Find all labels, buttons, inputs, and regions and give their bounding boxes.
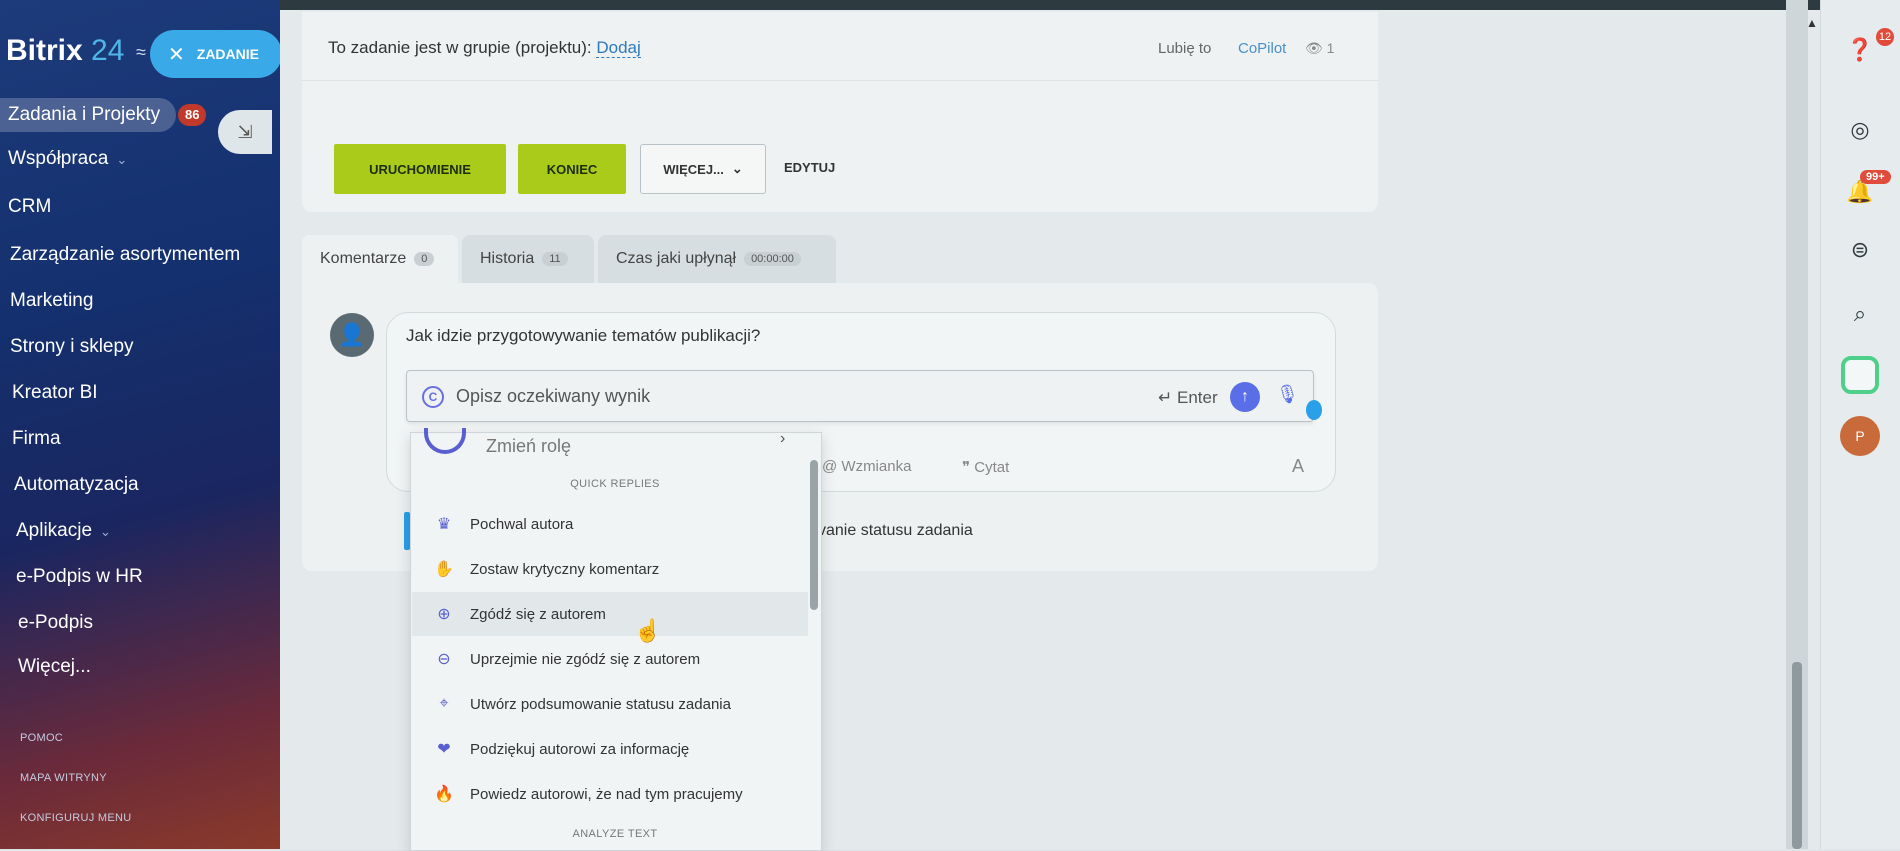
top-band xyxy=(280,0,1820,10)
add-group-link[interactable]: Dodaj xyxy=(596,38,641,58)
quote-icon: ❞ xyxy=(962,459,971,476)
page-scrollbar-thumb[interactable] xyxy=(1792,662,1802,849)
enter-arrow-icon: ↵ xyxy=(1158,388,1173,407)
tab-history[interactable]: Historia 11 xyxy=(462,235,594,283)
sidebar-item-esign-hr[interactable]: e-Podpis w HR xyxy=(16,566,143,588)
divider xyxy=(302,80,1378,81)
tasks-count-badge: 86 xyxy=(178,104,207,126)
views-count: 👁 1 xyxy=(1305,40,1335,56)
chevron-down-icon: ⌄ xyxy=(116,152,128,167)
sidebar-sitemap-link[interactable]: MAPA WITRYNY xyxy=(20,772,107,784)
sidebar-item-more[interactable]: Więcej... xyxy=(18,656,91,678)
dropdown-scrollbar[interactable] xyxy=(810,460,818,610)
send-button[interactable]: ↑ xyxy=(1230,382,1260,412)
sidebar-item-crm[interactable]: CRM xyxy=(8,196,51,218)
dropdown-item-working[interactable]: 🔥 Powiedz autorowi, że nad tym pracujemy xyxy=(412,772,808,816)
scroll-up-icon[interactable]: ▲ xyxy=(1806,16,1818,30)
enter-hint: ↵ Enter xyxy=(1158,388,1218,407)
app-tile-icon[interactable] xyxy=(1841,356,1879,394)
quick-replies-heading: QUICK REPLIES xyxy=(570,478,660,490)
copilot-rail-icon[interactable]: ◎ xyxy=(1840,110,1880,150)
sidebar-item-bi[interactable]: Kreator BI xyxy=(12,382,98,404)
analyze-text-heading: ANALYZE TEXT xyxy=(572,828,658,840)
help-icon[interactable]: ❓ xyxy=(1840,30,1880,70)
edit-button[interactable]: EDYTUJ xyxy=(784,160,835,175)
dropdown-item-agree[interactable]: ⊕ Zgódź się z autorem xyxy=(412,592,808,636)
like-button[interactable]: Lubię to xyxy=(1158,40,1211,57)
chevron-down-icon: ⌄ xyxy=(731,161,743,176)
quote-button[interactable]: ❞ Cytat xyxy=(962,458,1009,476)
close-icon: ✕ xyxy=(168,43,185,66)
thanks-icon: ❤ xyxy=(437,741,451,758)
sidebar-item-company[interactable]: Firma xyxy=(12,428,61,450)
comment-text[interactable]: Jak idzie przygotowywanie tematów publik… xyxy=(406,326,760,346)
more-button[interactable]: WIĘCEJ... ⌄ xyxy=(640,144,766,194)
at-icon: @ xyxy=(822,458,838,475)
tab-comments[interactable]: Komentarze 0 xyxy=(302,235,458,283)
dropdown-item-praise[interactable]: ♛ Pochwal autora xyxy=(412,502,808,546)
dropdown-item-thanks[interactable]: ❤ Podziękuj autorowi za informację xyxy=(412,727,808,771)
flame-icon: 🔥 xyxy=(434,786,454,803)
bitrix-logo[interactable]: Bitrix 24 xyxy=(6,34,124,68)
user-avatar: 👤 xyxy=(330,313,374,357)
sidebar-configure-menu-link[interactable]: KONFIGURUJ MENU xyxy=(20,812,131,824)
microphone-icon[interactable]: 🎙 xyxy=(1276,384,1299,405)
sidebar-item-marketing[interactable]: Marketing xyxy=(10,290,93,312)
sidebar-item-esign[interactable]: e-Podpis xyxy=(18,612,93,634)
target-icon: ⌖ xyxy=(439,695,449,712)
tab-elapsed-time[interactable]: Czas jaki upłynął 00:00:00 xyxy=(598,235,836,283)
crown-icon: ♛ xyxy=(436,516,452,533)
copilot-icon: C xyxy=(422,386,444,408)
status-summary-text: vanie statusu zadania xyxy=(818,522,973,539)
dropdown-item-critical[interactable]: ✋ Zostaw krytyczny komentarz xyxy=(412,547,808,591)
search-icon[interactable]: ⌕ xyxy=(1840,294,1880,334)
profile-avatar[interactable]: P xyxy=(1840,416,1880,456)
sidebar-item-collaboration[interactable]: Współpraca ⌄ xyxy=(8,148,127,170)
formatting-button[interactable]: A xyxy=(1292,456,1304,477)
sidebar-item-automation[interactable]: Automatyzacja xyxy=(14,474,139,496)
copilot-placeholder[interactable]: Opisz oczekiwany wynik xyxy=(456,386,650,407)
sidebar-item-apps[interactable]: Aplikacje ⌄ xyxy=(16,520,111,542)
sidebar-item-tasks[interactable]: Zadania i Projekty xyxy=(0,98,176,132)
help-badge: 12 xyxy=(1876,28,1894,46)
eye-icon: 👁 xyxy=(1305,40,1323,56)
chevron-right-icon[interactable]: › xyxy=(780,430,785,448)
close-task-button[interactable]: ✕ ZADANIE xyxy=(150,30,282,78)
minus-circle-icon: ⊖ xyxy=(437,651,451,668)
plus-circle-icon: ⊕ xyxy=(437,606,451,623)
copilot-link[interactable]: CoPilot xyxy=(1238,40,1286,57)
hand-icon: ✋ xyxy=(434,561,454,578)
chat-icon[interactable]: ⊜ xyxy=(1840,230,1880,270)
collapse-panel-button[interactable]: ⇲ xyxy=(218,110,272,154)
send-indicator xyxy=(1306,400,1322,420)
dropdown-item-disagree[interactable]: ⊖ Uprzejmie nie zgódź się z autorem xyxy=(412,637,808,681)
chevron-down-icon: ⌄ xyxy=(100,524,111,539)
finish-button[interactable]: KONIEC xyxy=(518,144,626,194)
sidebar-help-link[interactable]: POMOC xyxy=(20,732,63,744)
dropdown-item-summary[interactable]: ⌖ Utwórz podsumowanie statusu zadania xyxy=(412,682,808,726)
group-info: To zadanie jest w grupie (projektu): Dod… xyxy=(328,38,641,58)
notification-badge: 99+ xyxy=(1860,170,1891,184)
hand-cursor-icon: ☝ xyxy=(634,618,662,643)
start-button[interactable]: URUCHOMIENIE xyxy=(334,144,506,194)
sidebar-item-sites[interactable]: Strony i sklepy xyxy=(10,336,134,358)
change-role-item[interactable]: Zmień rolę xyxy=(486,436,571,457)
mention-button[interactable]: @ Wzmianka xyxy=(822,458,911,475)
sidebar-item-inventory[interactable]: Zarządzanie asortymentem xyxy=(10,244,240,266)
